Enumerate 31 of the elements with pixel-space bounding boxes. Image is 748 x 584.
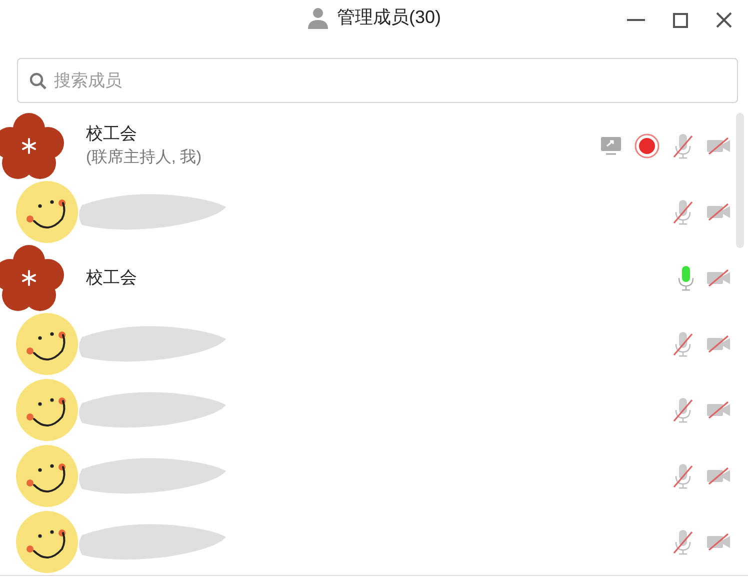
- muted-camera-icon[interactable]: [706, 334, 732, 354]
- muted-microphone-icon[interactable]: [672, 463, 694, 489]
- member-role: (联席主持人, 我): [86, 148, 203, 168]
- muted-microphone-icon[interactable]: [672, 397, 694, 423]
- search-field[interactable]: 搜索成员: [17, 58, 738, 103]
- smiley-avatar: [16, 313, 78, 375]
- muted-camera-icon[interactable]: [706, 400, 732, 420]
- muted-camera-icon[interactable]: [706, 202, 732, 222]
- muted-microphone-icon[interactable]: [672, 199, 694, 225]
- member-name: 校工会: [86, 123, 138, 145]
- recording-icon[interactable]: [634, 133, 660, 159]
- muted-camera-icon[interactable]: [706, 532, 732, 552]
- smiley-avatar: [16, 181, 78, 243]
- scrollbar[interactable]: [736, 113, 744, 248]
- muted-camera-icon[interactable]: [706, 136, 732, 156]
- member-row[interactable]: 校工会: [0, 245, 748, 311]
- muted-microphone-icon[interactable]: [672, 133, 694, 159]
- muted-camera-icon[interactable]: [706, 268, 732, 288]
- member-row[interactable]: 校工会 (联席主持人, 我): [0, 113, 748, 179]
- window-title: 管理成员(30): [336, 6, 441, 29]
- member-name: 校工会: [86, 267, 138, 289]
- search-icon: [29, 72, 47, 90]
- muted-microphone-icon[interactable]: [672, 529, 694, 555]
- smiley-avatar: [16, 511, 78, 573]
- muted-microphone-icon[interactable]: [672, 331, 694, 357]
- microphone-icon[interactable]: [678, 265, 694, 291]
- smiley-avatar: [16, 445, 78, 507]
- screen-share-icon[interactable]: [600, 136, 622, 156]
- person-icon: [306, 6, 329, 28]
- muted-camera-icon[interactable]: [706, 466, 732, 486]
- smiley-avatar: [16, 379, 78, 441]
